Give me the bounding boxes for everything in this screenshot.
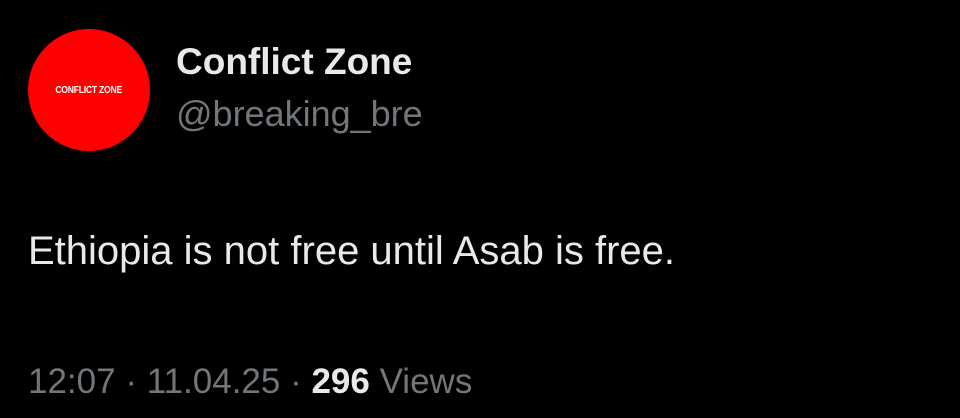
- tweet-card: CONFLICT ZONE Conflict Zone @breaking_br…: [0, 0, 960, 418]
- views-label[interactable]: Views: [370, 362, 473, 401]
- tweet-metadata: 12:07 · 11.04.25 · 296 Views: [28, 360, 472, 404]
- separator-dot: ·: [115, 362, 147, 401]
- tweet-text: Ethiopia is not free until Asab is free.: [28, 229, 676, 273]
- author-display-name[interactable]: Conflict Zone: [176, 40, 412, 84]
- author-handle[interactable]: @breaking_bre: [176, 92, 423, 136]
- avatar[interactable]: CONFLICT ZONE: [28, 29, 150, 151]
- tweet-date[interactable]: 11.04.25: [147, 362, 281, 401]
- views-count[interactable]: 296: [311, 362, 369, 401]
- separator-dot: ·: [280, 362, 312, 401]
- tweet-time[interactable]: 12:07: [28, 362, 116, 401]
- avatar-logo-text: CONFLICT ZONE: [55, 84, 123, 96]
